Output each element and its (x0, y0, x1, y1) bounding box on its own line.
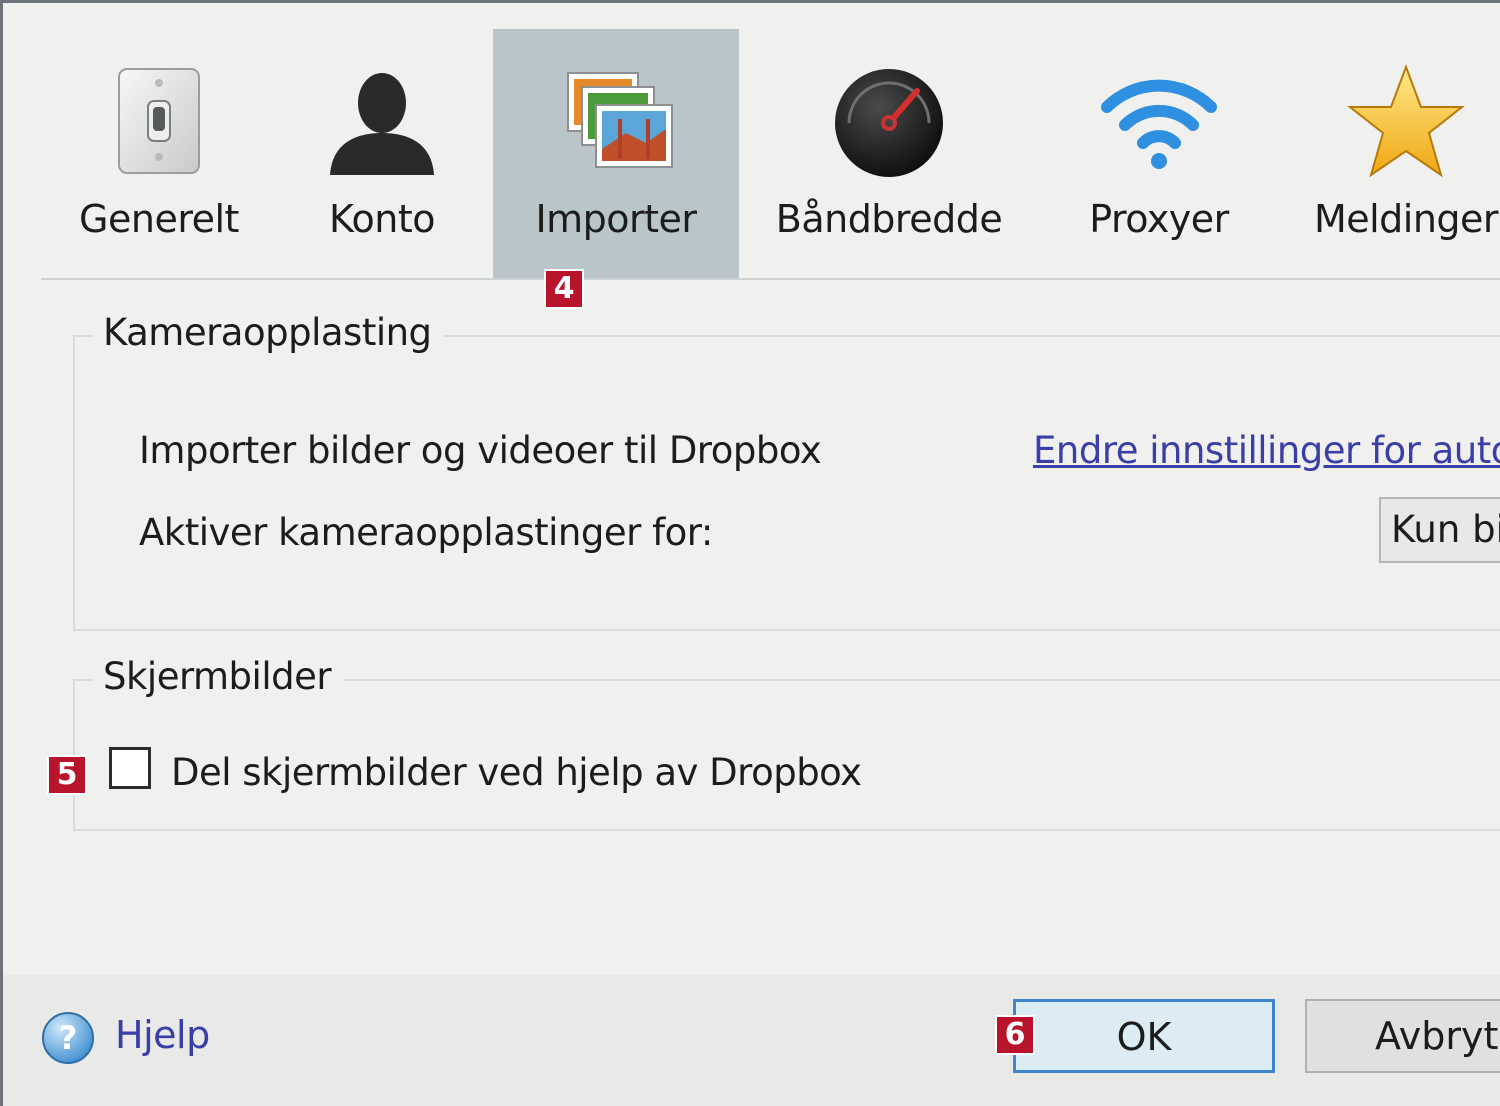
share-screenshots-label[interactable]: Del skjermbilder ved hjelp av Dropbox (171, 751, 862, 794)
group-title: Skjermbilder (93, 655, 344, 698)
user-icon (322, 63, 442, 183)
toggle-switch-icon (99, 63, 219, 183)
svg-text:?: ? (59, 1019, 78, 1057)
enable-uploads-dropdown[interactable]: Kun bil (1379, 497, 1500, 563)
camera-settings-link[interactable]: Endre innstillinger for autom (1033, 429, 1500, 472)
tab-importer[interactable]: Importer (493, 29, 739, 279)
import-label: Importer bilder og videoer til Dropbox (139, 429, 822, 472)
preferences-tabs: Generelt Konto Importer Båndbredde Proxy… (3, 3, 1500, 281)
cancel-button[interactable]: Avbryt (1305, 999, 1500, 1073)
tab-konto[interactable]: Konto (271, 29, 493, 279)
enable-uploads-label: Aktiver kameraopplastinger for: (139, 511, 713, 554)
tab-label: Konto (328, 197, 436, 241)
tab-meldinger[interactable]: Meldinger (1301, 29, 1500, 279)
photos-icon (556, 63, 676, 183)
tab-generelt[interactable]: Generelt (41, 29, 277, 279)
callout-badge-6: 6 (995, 1015, 1035, 1055)
tab-label: Meldinger (1313, 197, 1499, 241)
camera-upload-group: Kameraopplasting Importer bilder og vide… (73, 311, 1500, 631)
tab-label: Generelt (79, 197, 239, 241)
help-link[interactable]: Hjelp (115, 1013, 210, 1057)
tab-label: Proxyer (1089, 197, 1229, 241)
tab-proxyer[interactable]: Proxyer (1041, 29, 1277, 279)
ok-button[interactable]: OK (1013, 999, 1275, 1073)
tab-label: Importer (535, 197, 697, 241)
wifi-icon (1099, 63, 1219, 183)
tab-label: Båndbredde (775, 197, 1003, 241)
preferences-window: Generelt Konto Importer Båndbredde Proxy… (0, 0, 1500, 1106)
speedometer-icon (829, 63, 949, 183)
screenshots-group: Skjermbilder Del skjermbilder ved hjelp … (73, 655, 1500, 831)
tabs-divider (41, 278, 1500, 280)
callout-badge-4: 4 (544, 269, 584, 309)
share-screenshots-checkbox[interactable] (109, 747, 151, 789)
help-icon[interactable]: ? (41, 1011, 95, 1065)
group-title: Kameraopplasting (93, 311, 444, 354)
tab-bandbredde[interactable]: Båndbredde (763, 29, 1015, 279)
dialog-footer: ? Hjelp OK Avbryt (3, 975, 1500, 1106)
star-icon (1346, 63, 1466, 183)
callout-badge-5: 5 (47, 755, 87, 795)
